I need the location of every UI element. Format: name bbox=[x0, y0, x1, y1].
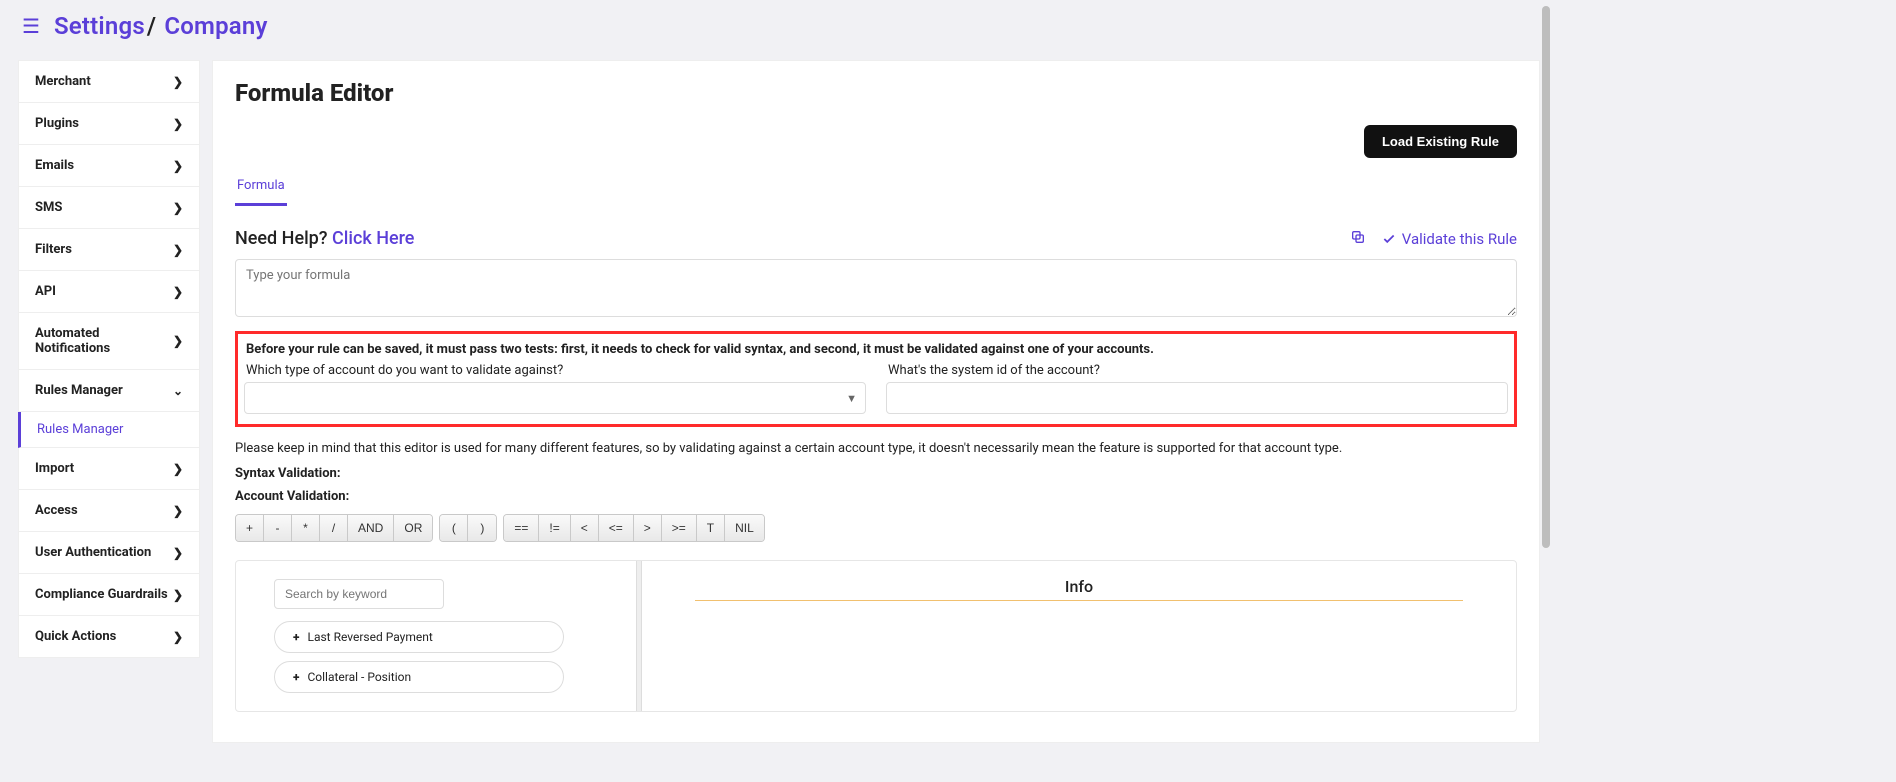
chevron-right-icon: ❯ bbox=[173, 630, 183, 644]
system-id-input[interactable] bbox=[886, 382, 1508, 414]
op-nil[interactable]: NIL bbox=[725, 515, 764, 541]
chevron-right-icon: ❯ bbox=[173, 334, 183, 348]
plus-icon: + bbox=[293, 670, 299, 684]
plus-icon: + bbox=[293, 630, 299, 644]
pill-collateral-position[interactable]: + Collateral - Position bbox=[274, 661, 564, 693]
op-plus[interactable]: + bbox=[236, 515, 264, 541]
op-and[interactable]: AND bbox=[348, 515, 394, 541]
topbar: ☰ Settings/ Company bbox=[0, 0, 1548, 60]
sidebar-item-merchant[interactable]: Merchant❯ bbox=[18, 60, 200, 103]
sidebar-item-api[interactable]: API❯ bbox=[18, 271, 200, 313]
validate-this-rule-link[interactable]: Validate this Rule bbox=[1382, 230, 1517, 248]
account-type-select[interactable]: ▼ bbox=[244, 382, 866, 414]
info-underline bbox=[695, 600, 1464, 601]
op-or[interactable]: OR bbox=[394, 515, 432, 541]
need-help-label: Need Help? Click Here bbox=[235, 228, 414, 249]
validation-note: Before your rule can be saved, it must p… bbox=[244, 342, 1508, 357]
breadcrumb-company[interactable]: Company bbox=[164, 12, 267, 40]
chevron-down-icon: ⌄ bbox=[173, 384, 183, 398]
chevron-right-icon: ❯ bbox=[173, 159, 183, 173]
chevron-right-icon: ❯ bbox=[173, 462, 183, 476]
copy-icon[interactable] bbox=[1350, 229, 1366, 249]
load-existing-rule-button[interactable]: Load Existing Rule bbox=[1364, 125, 1517, 158]
sidebar-item-user-authentication[interactable]: User Authentication❯ bbox=[18, 532, 200, 574]
op-gt[interactable]: > bbox=[634, 515, 662, 541]
system-id-label: What's the system id of the account? bbox=[886, 363, 1508, 378]
sidebar-item-compliance-guardrails[interactable]: Compliance Guardrails❯ bbox=[18, 574, 200, 616]
tab-formula[interactable]: Formula bbox=[235, 172, 287, 206]
chevron-right-icon: ❯ bbox=[173, 75, 183, 89]
chevron-right-icon: ❯ bbox=[173, 243, 183, 257]
sidebar-item-import[interactable]: Import❯ bbox=[18, 448, 200, 490]
sidebar-item-emails[interactable]: Emails❯ bbox=[18, 145, 200, 187]
chevron-right-icon: ❯ bbox=[173, 588, 183, 602]
op-t[interactable]: T bbox=[697, 515, 725, 541]
sidebar-subitem-rules-manager[interactable]: Rules Manager bbox=[18, 412, 200, 448]
chevron-right-icon: ❯ bbox=[173, 504, 183, 518]
sidebar-item-plugins[interactable]: Plugins❯ bbox=[18, 103, 200, 145]
caret-down-icon: ▼ bbox=[846, 392, 857, 405]
page-title: Formula Editor bbox=[235, 79, 1517, 107]
breadcrumb-settings[interactable]: Settings bbox=[54, 12, 145, 40]
panel-formula-editor: Formula Editor Load Existing Rule Formul… bbox=[212, 60, 1540, 743]
bottom-panel: + Last Reversed Payment + Collateral - P… bbox=[235, 560, 1517, 712]
formula-input[interactable] bbox=[235, 259, 1517, 317]
operator-toolbar: + - * / AND OR ( ) == != < bbox=[235, 514, 1517, 542]
scrollbar[interactable] bbox=[1542, 6, 1550, 548]
sidebar-item-sms[interactable]: SMS❯ bbox=[18, 187, 200, 229]
op-minus[interactable]: - bbox=[264, 515, 292, 541]
breadcrumb: Settings/ Company bbox=[54, 12, 268, 40]
account-type-label: Which type of account do you want to val… bbox=[244, 363, 866, 378]
sidebar-item-access[interactable]: Access❯ bbox=[18, 490, 200, 532]
op-neq[interactable]: != bbox=[539, 515, 570, 541]
op-gte[interactable]: >= bbox=[662, 515, 697, 541]
op-mult[interactable]: * bbox=[292, 515, 320, 541]
account-validation-label: Account Validation: bbox=[235, 489, 1517, 504]
op-lparen[interactable]: ( bbox=[440, 515, 468, 541]
click-here-link[interactable]: Click Here bbox=[332, 228, 414, 249]
chevron-right-icon: ❯ bbox=[173, 117, 183, 131]
sidebar-item-filters[interactable]: Filters❯ bbox=[18, 229, 200, 271]
op-lte[interactable]: <= bbox=[599, 515, 634, 541]
keep-in-mind-note: Please keep in mind that this editor is … bbox=[235, 441, 1517, 456]
sidebar-item-rules-manager[interactable]: Rules Manager⌄ bbox=[18, 370, 200, 412]
hamburger-icon[interactable]: ☰ bbox=[22, 16, 40, 36]
op-rparen[interactable]: ) bbox=[468, 515, 496, 541]
chevron-right-icon: ❯ bbox=[173, 201, 183, 215]
pill-last-reversed-payment[interactable]: + Last Reversed Payment bbox=[274, 621, 564, 653]
info-title: Info bbox=[652, 577, 1506, 596]
validation-box: Before your rule can be saved, it must p… bbox=[235, 331, 1517, 427]
op-div[interactable]: / bbox=[320, 515, 348, 541]
sidebar-item-automated-notifications[interactable]: Automated Notifications❯ bbox=[18, 313, 200, 370]
chevron-right-icon: ❯ bbox=[173, 546, 183, 560]
op-lt[interactable]: < bbox=[571, 515, 599, 541]
check-icon bbox=[1382, 232, 1396, 246]
op-eq[interactable]: == bbox=[504, 515, 539, 541]
keyword-search-input[interactable] bbox=[274, 579, 444, 609]
chevron-right-icon: ❯ bbox=[173, 285, 183, 299]
syntax-validation-label: Syntax Validation: bbox=[235, 466, 1517, 481]
sidebar-item-quick-actions[interactable]: Quick Actions❯ bbox=[18, 616, 200, 658]
sidebar: Merchant❯ Plugins❯ Emails❯ SMS❯ Filters❯… bbox=[0, 60, 200, 782]
